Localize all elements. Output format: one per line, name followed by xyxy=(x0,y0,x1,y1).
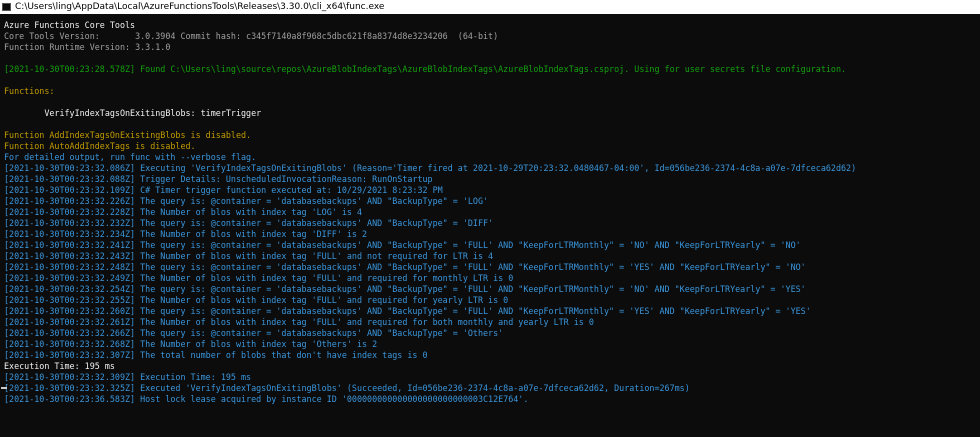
console-line: [2021-10-30T00:23:32.241Z] The query is:… xyxy=(4,240,801,250)
title-bar[interactable]: C:\Users\ling\AppData\Local\AzureFunctio… xyxy=(0,0,980,14)
console-line: [2021-10-30T00:23:32.255Z] The Number of… xyxy=(4,295,509,305)
console-line: [2021-10-30T00:23:32.088Z] Trigger Detai… xyxy=(4,174,433,184)
console-line: [2021-10-30T00:23:32.261Z] The Number of… xyxy=(4,317,594,327)
console-line: Execution Time: 195 ms xyxy=(4,361,115,371)
console-line: [2021-10-30T00:23:28.578Z] Found C:\User… xyxy=(4,64,847,74)
console-line: [2021-10-30T00:23:32.254Z] The query is:… xyxy=(4,284,806,294)
console-line: [2021-10-30T00:23:32.266Z] The query is:… xyxy=(4,328,504,338)
console-line: For detailed output, run func with --ver… xyxy=(4,152,257,162)
console-line: [2021-10-30T00:23:32.228Z] The Number of… xyxy=(4,207,362,217)
console-line: [2021-10-30T00:23:32.260Z] The query is:… xyxy=(4,306,811,316)
console-line: [2021-10-30T00:23:32.226Z] The query is:… xyxy=(4,196,489,206)
console-line: VerifyIndexTagsOnExitingBlobs: timerTrig… xyxy=(4,108,262,118)
console-line: Function Runtime Version: 3.3.1.0 xyxy=(4,42,171,52)
window-title: C:\Users\ling\AppData\Local\AzureFunctio… xyxy=(15,2,385,12)
console-line: [2021-10-30T00:23:36.583Z] Host lock lea… xyxy=(4,394,529,404)
console-line: [2021-10-30T00:23:32.243Z] The Number of… xyxy=(4,251,494,261)
console-output[interactable]: Azure Functions Core Tools Core Tools Ver… xyxy=(4,20,976,437)
console-line: Azure Functions Core Tools xyxy=(4,20,136,30)
console-window: C:\Users\ling\AppData\Local\AzureFunctio… xyxy=(0,0,980,437)
console-line: [2021-10-30T00:23:32.248Z] The query is:… xyxy=(4,262,806,272)
text-cursor xyxy=(1,387,7,389)
console-line: [2021-10-30T00:23:32.109Z] C# Timer trig… xyxy=(4,185,443,195)
console-line: [2021-10-30T00:23:32.268Z] The Number of… xyxy=(4,339,378,349)
console-line: [2021-10-30T00:23:32.232Z] The query is:… xyxy=(4,218,494,228)
console-line: [2021-10-30T00:23:32.307Z] The total num… xyxy=(4,350,428,360)
console-line: [2021-10-30T00:23:32.249Z] The Number of… xyxy=(4,273,514,283)
console-line: [2021-10-30T00:23:32.234Z] The Number of… xyxy=(4,229,368,239)
console-line: Function AddIndexTagsOnExistingBlobs is … xyxy=(4,130,252,140)
console-line: [2021-10-30T00:23:32.325Z] Executed 'Ver… xyxy=(4,383,690,393)
console-line: Function AutoAddIndexTags is disabled. xyxy=(4,141,196,151)
console-line: [2021-10-30T00:23:32.086Z] Executing 'Ve… xyxy=(4,163,857,173)
console-line: Core Tools Version: 3.0.3904 Commit hash… xyxy=(4,31,499,41)
console-line: [2021-10-30T00:23:32.309Z] Execution Tim… xyxy=(4,372,252,382)
console-app-icon xyxy=(2,3,11,11)
console-line: Functions: xyxy=(4,86,55,96)
